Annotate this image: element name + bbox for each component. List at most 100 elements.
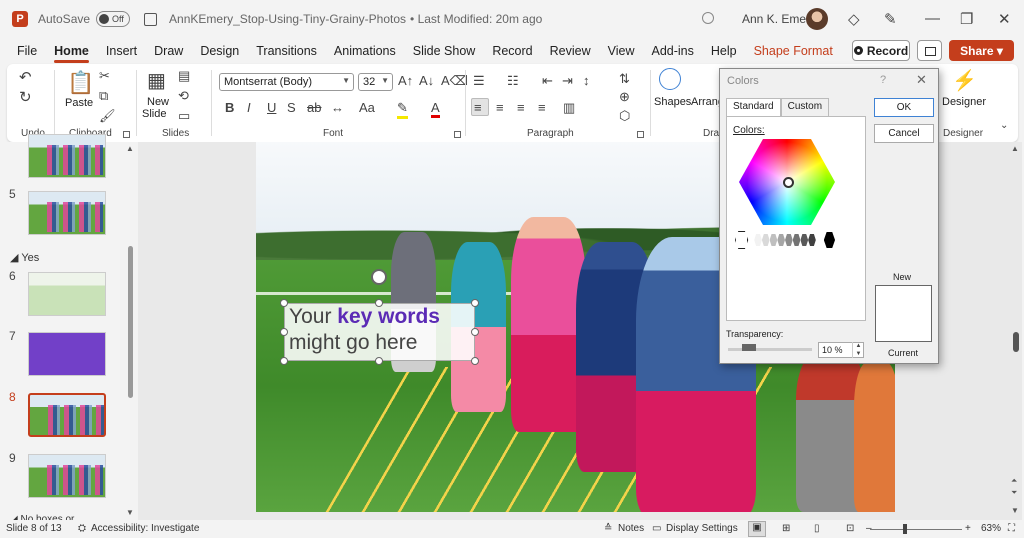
- new-slide-button-line2[interactable]: Slide: [142, 108, 166, 120]
- grow-font-icon[interactable]: A↑: [398, 73, 413, 88]
- close-icon[interactable]: ✕: [916, 72, 927, 88]
- last-modified[interactable]: • Last Modified: 20m ago: [410, 12, 542, 26]
- section-yes[interactable]: ◢ Yes: [10, 251, 39, 264]
- display-settings-icon[interactable]: ▭: [652, 523, 661, 534]
- tab-view[interactable]: View: [608, 44, 635, 58]
- tab-design[interactable]: Design: [200, 44, 239, 58]
- gray-swatch[interactable]: [785, 234, 793, 246]
- share-button[interactable]: Share ▾: [949, 40, 1014, 61]
- zoom-level[interactable]: 63%: [981, 523, 1001, 534]
- scroll-up-icon[interactable]: ▲: [126, 144, 134, 153]
- scroll-down-icon[interactable]: ▼: [126, 508, 134, 517]
- transparency-spinner[interactable]: ▲ ▼: [852, 342, 864, 358]
- clipboard-launcher-icon[interactable]: [123, 131, 130, 138]
- minimize-icon[interactable]: —: [925, 10, 940, 27]
- cancel-button[interactable]: Cancel: [874, 124, 934, 143]
- format-painter-icon[interactable]: 🖌: [99, 108, 116, 124]
- tab-transitions[interactable]: Transitions: [256, 44, 317, 58]
- tab-standard[interactable]: Standard: [726, 98, 781, 116]
- next-slide-icon[interactable]: ⏷: [1011, 488, 1017, 498]
- thumbnail-scrollbar[interactable]: [128, 246, 133, 398]
- gray-swatch[interactable]: [761, 234, 770, 246]
- gray-swatch[interactable]: [769, 234, 778, 246]
- scroll-down-icon[interactable]: ▼: [1011, 506, 1019, 515]
- clear-format-icon[interactable]: A⌫: [441, 73, 468, 89]
- black-swatch[interactable]: [823, 232, 836, 248]
- italic-button[interactable]: I: [247, 100, 251, 115]
- redo-icon[interactable]: ↻: [19, 88, 32, 106]
- rotate-handle[interactable]: [371, 269, 387, 285]
- slide-scrollbar-thumb[interactable]: [1013, 332, 1019, 352]
- prev-slide-icon[interactable]: ⏶: [1011, 476, 1017, 486]
- shapes-button[interactable]: Shapes: [654, 96, 691, 108]
- comments-button[interactable]: [917, 40, 942, 61]
- scroll-up-icon[interactable]: ▲: [1011, 144, 1019, 153]
- search-icon[interactable]: [702, 12, 714, 24]
- reading-view-icon[interactable]: ▯: [814, 523, 820, 534]
- strikethrough-button[interactable]: ab: [307, 100, 321, 115]
- gray-swatch[interactable]: [792, 234, 801, 246]
- resize-handle[interactable]: [280, 328, 288, 336]
- save-icon[interactable]: [144, 12, 158, 26]
- tab-review[interactable]: Review: [550, 44, 591, 58]
- designer-button[interactable]: Designer: [942, 96, 986, 108]
- smartart-icon[interactable]: ⬡: [619, 108, 630, 124]
- undo-icon[interactable]: ↶: [19, 68, 32, 86]
- resize-handle[interactable]: [471, 328, 479, 336]
- white-swatch[interactable]: [735, 231, 749, 249]
- decrease-indent-icon[interactable]: ⇤: [542, 73, 553, 89]
- resize-handle[interactable]: [471, 299, 479, 307]
- restore-icon[interactable]: ❐: [960, 10, 973, 28]
- slide-thumbnail-8[interactable]: [28, 393, 106, 437]
- resize-handle[interactable]: [375, 357, 383, 365]
- slideshow-icon[interactable]: ⊡: [846, 523, 854, 534]
- slide-thumbnail-7[interactable]: [28, 332, 106, 376]
- tab-draw[interactable]: Draw: [154, 44, 183, 58]
- slide-thumbnail-5[interactable]: [28, 191, 106, 235]
- text-line-2[interactable]: might go here: [285, 330, 474, 356]
- display-settings-button[interactable]: Display Settings: [666, 523, 738, 534]
- close-icon[interactable]: ✕: [998, 10, 1011, 28]
- text-box[interactable]: Your key words might go here: [284, 303, 475, 361]
- increase-indent-icon[interactable]: ⇥: [562, 73, 573, 89]
- align-center-icon[interactable]: ≡: [496, 100, 504, 115]
- layout-icon[interactable]: ▤: [178, 68, 190, 84]
- bold-button[interactable]: B: [225, 100, 234, 115]
- section-icon[interactable]: ▭: [178, 108, 190, 124]
- cut-icon[interactable]: ✂: [99, 68, 110, 84]
- slide-sorter-icon[interactable]: ⊞: [782, 523, 790, 534]
- tab-insert[interactable]: Insert: [106, 44, 137, 58]
- accessibility-status[interactable]: Accessibility: Investigate: [91, 523, 199, 534]
- line-spacing-icon[interactable]: ↕: [583, 73, 590, 88]
- avatar[interactable]: [806, 8, 828, 30]
- tab-record[interactable]: Record: [492, 44, 532, 58]
- reset-icon[interactable]: ⟲: [178, 88, 189, 104]
- slide-thumbnail-6[interactable]: [28, 272, 106, 316]
- transparency-slider[interactable]: [728, 348, 812, 351]
- gray-swatch[interactable]: [800, 234, 809, 246]
- font-launcher-icon[interactable]: [454, 131, 461, 138]
- zoom-slider[interactable]: [870, 529, 962, 530]
- normal-view-icon[interactable]: ▣: [748, 521, 766, 537]
- tab-add-ins[interactable]: Add-ins: [651, 44, 693, 58]
- text-line-1[interactable]: Your key words: [285, 304, 474, 330]
- zoom-slider-knob[interactable]: [903, 524, 907, 534]
- highlight-icon[interactable]: ✎: [397, 100, 408, 119]
- ok-button[interactable]: OK: [874, 98, 934, 117]
- copy-icon[interactable]: ⧉: [99, 88, 108, 104]
- designer-icon[interactable]: ⚡: [952, 68, 977, 93]
- record-button[interactable]: Record: [852, 40, 910, 61]
- bullets-icon[interactable]: ☰: [473, 73, 485, 89]
- justify-icon[interactable]: ≡: [538, 100, 546, 115]
- change-case-button[interactable]: Aa: [359, 100, 375, 115]
- slide-thumbnail-9[interactable]: [28, 454, 106, 498]
- zoom-in-button[interactable]: +: [965, 523, 971, 534]
- fit-to-window-icon[interactable]: ⛶: [1008, 523, 1015, 534]
- notes-button[interactable]: Notes: [618, 523, 644, 534]
- user-name[interactable]: Ann K. Emery: [742, 12, 816, 26]
- tab-custom[interactable]: Custom: [780, 98, 830, 116]
- paragraph-launcher-icon[interactable]: [637, 131, 644, 138]
- tab-slide-show[interactable]: Slide Show: [413, 44, 476, 58]
- resize-handle[interactable]: [471, 357, 479, 365]
- gray-swatch[interactable]: [808, 234, 816, 246]
